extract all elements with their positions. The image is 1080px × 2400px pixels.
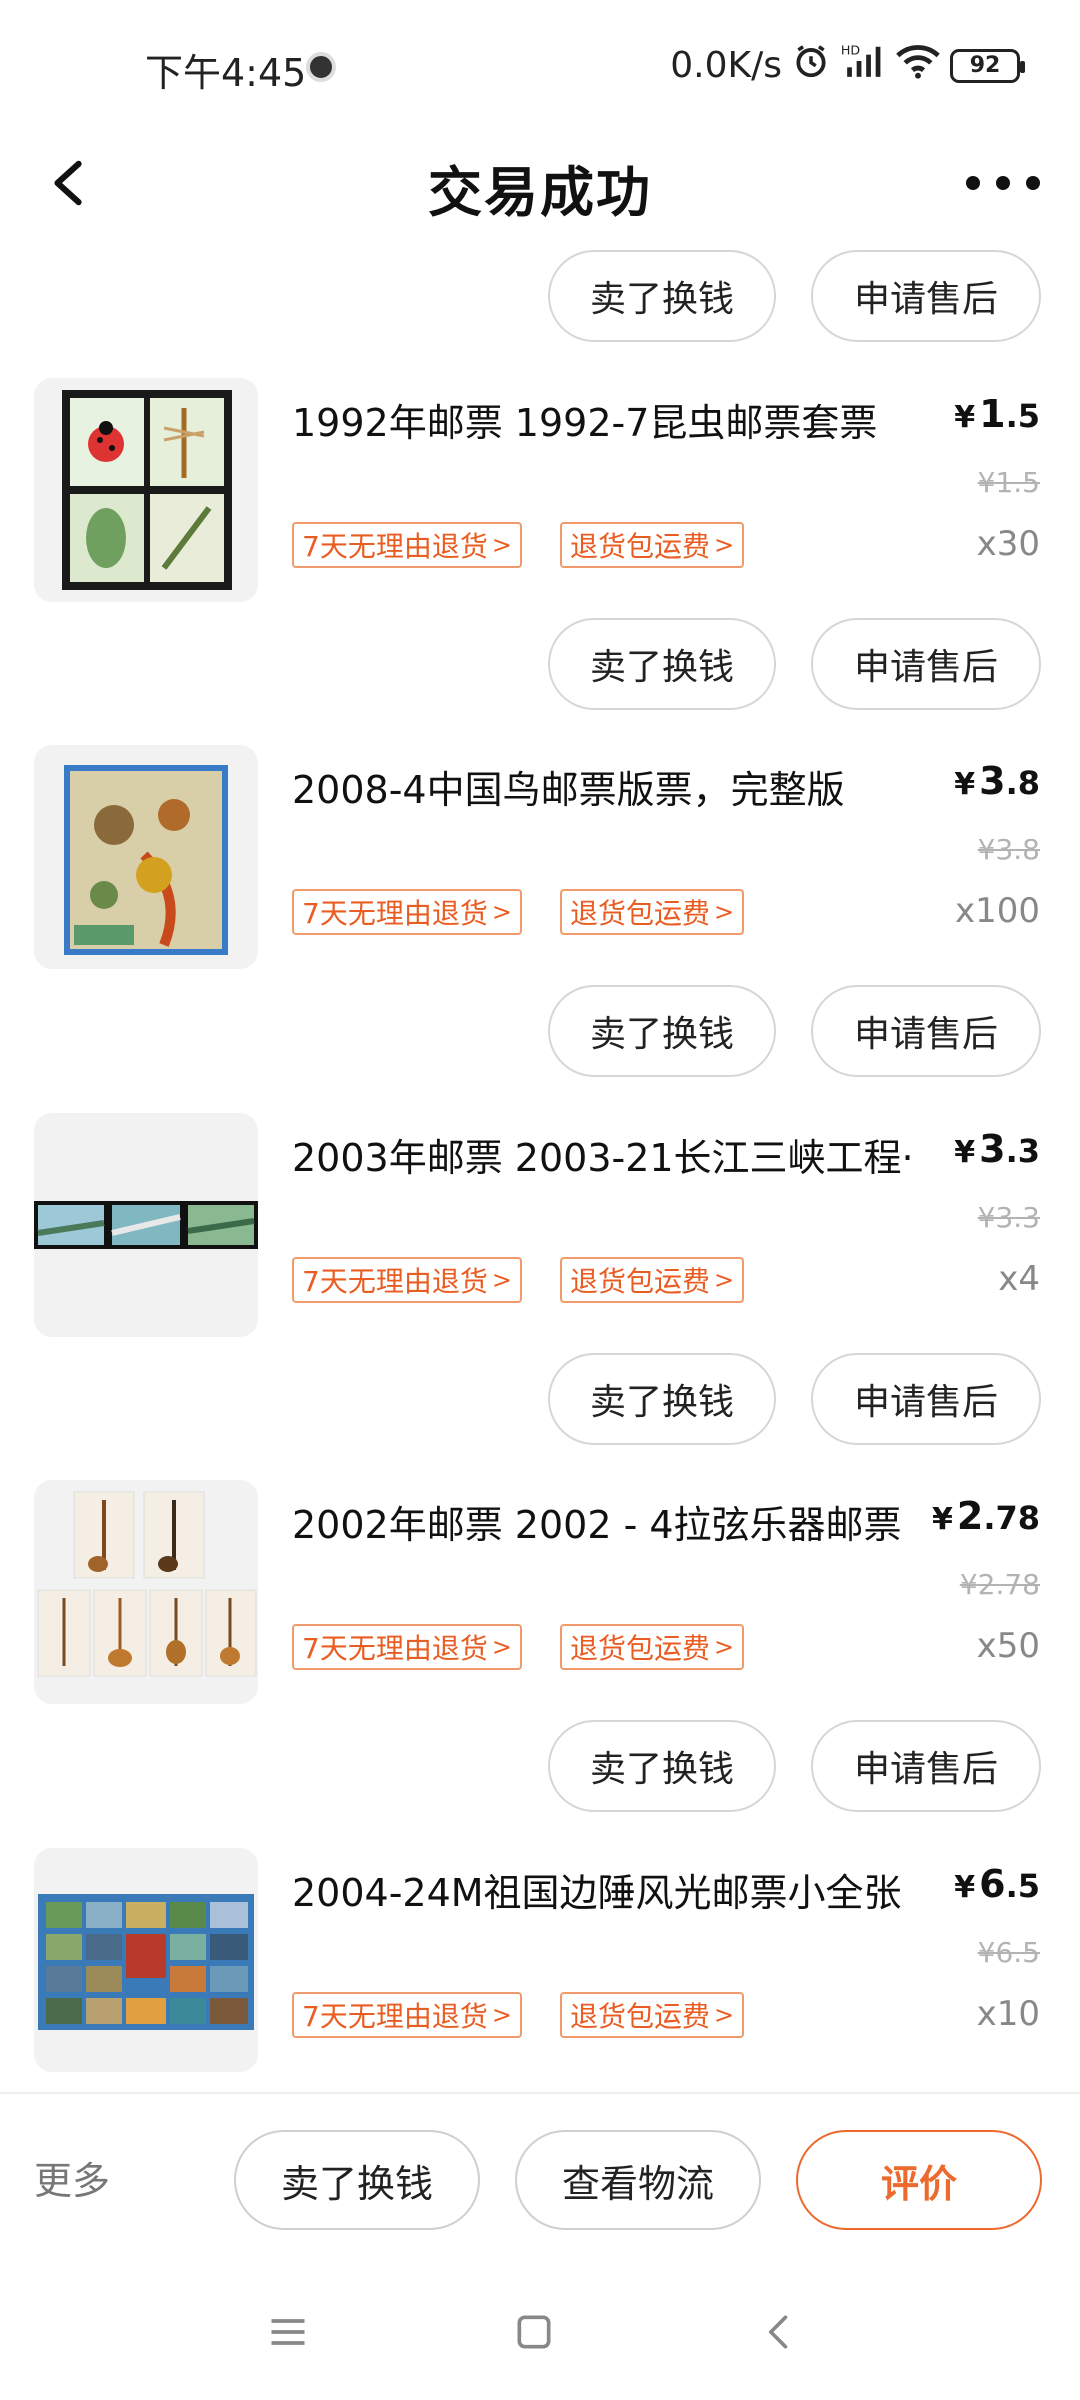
return-policy-tag[interactable]: 7天无理由退货 > [292, 889, 522, 935]
return-policy-tag[interactable]: 7天无理由退货 > [292, 1624, 522, 1670]
after-sale-button[interactable]: 申请售后 [811, 1353, 1041, 1445]
after-sale-button[interactable]: 申请售后 [811, 250, 1041, 342]
item-quantity: x10 [976, 1994, 1040, 2034]
sell-button[interactable]: 卖了换钱 [548, 1720, 776, 1812]
svg-text:HD: HD [841, 43, 860, 58]
after-sale-button[interactable]: 申请售后 [811, 1720, 1041, 1812]
back-nav-icon[interactable] [750, 2302, 810, 2362]
item-title: 2008-4中国鸟邮票版票，完整版 [292, 768, 845, 812]
item-quantity: x100 [954, 891, 1040, 931]
order-item[interactable]: 2004-24M祖国边陲风光邮票小全张 ¥6.5 ¥6.5 7天无理由退货 > 退… [0, 1848, 1080, 2074]
sell-button[interactable]: 卖了换钱 [234, 2130, 480, 2230]
order-item[interactable]: 1992年邮票 1992-7昆虫邮票套票 ¥1.5 ¥1.5 7天无理由退货 > … [0, 378, 1080, 604]
original-price: ¥3.8 [977, 833, 1040, 866]
review-button[interactable]: 评价 [796, 2130, 1042, 2230]
home-icon[interactable] [504, 2302, 564, 2362]
battery-icon: 92 [950, 48, 1025, 83]
product-image [34, 378, 258, 602]
item-title: 2004-24M祖国边陲风光邮票小全张 [292, 1871, 902, 1915]
item-price: ¥3.3 [954, 1127, 1040, 1171]
original-price: ¥6.5 [977, 1936, 1040, 1969]
after-sale-button[interactable]: 申请售后 [811, 985, 1041, 1077]
original-price: ¥3.3 [977, 1201, 1040, 1234]
more-button[interactable]: 更多 [34, 2150, 110, 2205]
signal-icon: HD [840, 42, 886, 89]
item-price: ¥2.78 [931, 1494, 1040, 1538]
shipping-tag[interactable]: 退货包运费 > [560, 1257, 745, 1303]
item-title: 1992年邮票 1992-7昆虫邮票套票 [292, 401, 878, 445]
order-item[interactable]: 2003年邮票 2003-21长江三峡工程· ¥3.3 ¥3.3 7天无理由退货… [0, 1113, 1080, 1339]
product-image [34, 745, 258, 969]
shipping-tag[interactable]: 退货包运费 > [560, 1624, 745, 1670]
item-quantity: x50 [976, 1626, 1040, 1666]
item-quantity: x4 [998, 1259, 1040, 1299]
original-price: ¥1.5 [977, 466, 1040, 499]
item-title: 2003年邮票 2003-21长江三峡工程· [292, 1136, 914, 1180]
shipping-tag[interactable]: 退货包运费 > [560, 889, 745, 935]
sell-button[interactable]: 卖了换钱 [548, 985, 776, 1077]
status-time: 下午4:45 [145, 51, 307, 95]
network-speed: 0.0K/s [670, 45, 782, 86]
item-title: 2002年邮票 2002 - 4拉弦乐器邮票 [292, 1503, 902, 1547]
order-item[interactable]: 2002年邮票 2002 - 4拉弦乐器邮票 ¥2.78 ¥2.78 7天无理由… [0, 1480, 1080, 1706]
bottom-action-bar: 更多 卖了换钱 查看物流 评价 [0, 2092, 1080, 2262]
alarm-icon [792, 42, 830, 89]
after-sale-button[interactable]: 申请售后 [811, 618, 1041, 710]
sell-button[interactable]: 卖了换钱 [548, 1353, 776, 1445]
return-policy-tag[interactable]: 7天无理由退货 > [292, 1992, 522, 2038]
original-price: ¥2.78 [959, 1568, 1040, 1601]
page-header: 交易成功 [0, 130, 1080, 240]
system-nav-bar [0, 2262, 1080, 2400]
order-item[interactable]: 2008-4中国鸟邮票版票，完整版 ¥3.8 ¥3.8 7天无理由退货 > 退货包… [0, 745, 1080, 971]
item-price: ¥3.8 [954, 759, 1040, 803]
product-image [34, 1480, 258, 1704]
more-options-icon[interactable] [966, 158, 1040, 208]
status-bar: 下午4:45 0.0K/s HD 92 [0, 0, 1080, 130]
notification-dot-icon [306, 52, 336, 82]
item-price: ¥1.5 [954, 392, 1040, 436]
menu-icon[interactable] [258, 2302, 318, 2362]
shipping-tag[interactable]: 退货包运费 > [560, 522, 745, 568]
product-image [34, 1113, 258, 1337]
sell-button[interactable]: 卖了换钱 [548, 250, 776, 342]
page-title: 交易成功 [428, 161, 652, 224]
status-icons: 0.0K/s HD 92 [670, 42, 1025, 89]
view-logistics-button[interactable]: 查看物流 [515, 2130, 761, 2230]
shipping-tag[interactable]: 退货包运费 > [560, 1992, 745, 2038]
product-image [34, 1848, 258, 2072]
wifi-icon [896, 42, 940, 89]
return-policy-tag[interactable]: 7天无理由退货 > [292, 522, 522, 568]
item-quantity: x30 [976, 524, 1040, 564]
return-policy-tag[interactable]: 7天无理由退货 > [292, 1257, 522, 1303]
sell-button[interactable]: 卖了换钱 [548, 618, 776, 710]
item-price: ¥6.5 [954, 1862, 1040, 1906]
